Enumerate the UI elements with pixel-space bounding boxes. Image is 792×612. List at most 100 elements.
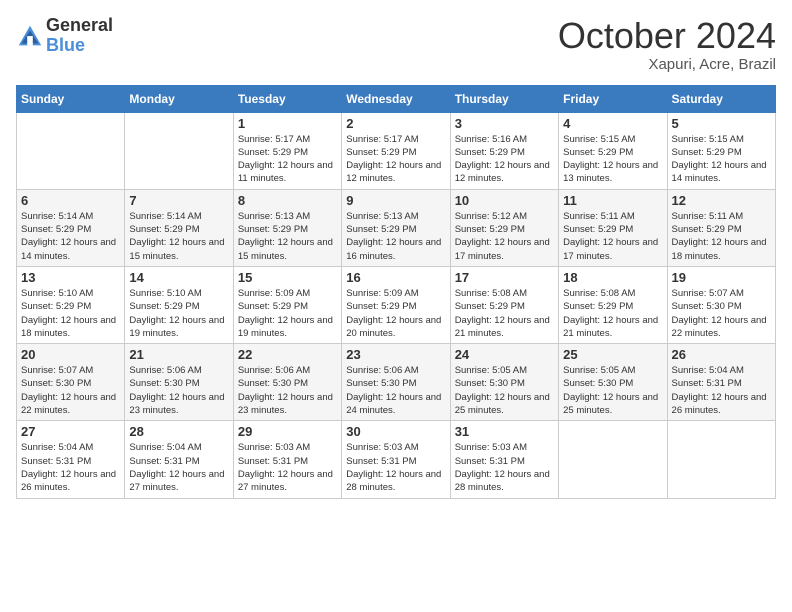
day-info: Sunrise: 5:05 AM Sunset: 5:30 PM Dayligh… bbox=[455, 364, 554, 417]
day-number: 30 bbox=[346, 424, 445, 439]
day-of-week-header: Friday bbox=[559, 85, 667, 112]
logo-text: General Blue bbox=[46, 16, 113, 56]
calendar-cell: 8 Sunrise: 5:13 AM Sunset: 5:29 PM Daylig… bbox=[233, 189, 341, 266]
calendar-cell: 1 Sunrise: 5:17 AM Sunset: 5:29 PM Daylig… bbox=[233, 112, 341, 189]
calendar-cell: 17Sunrise: 5:08 AM Sunset: 5:29 PM Dayli… bbox=[450, 266, 558, 343]
day-info: Sunrise: 5:07 AM Sunset: 5:30 PM Dayligh… bbox=[21, 364, 120, 417]
day-info: Sunrise: 5:15 AM Sunset: 5:29 PM Dayligh… bbox=[563, 133, 662, 186]
day-info: Sunrise: 5:11 AM Sunset: 5:29 PM Dayligh… bbox=[563, 210, 662, 263]
calendar-table: SundayMondayTuesdayWednesdayThursdayFrid… bbox=[16, 85, 776, 499]
calendar-cell: 30 Sunrise: 5:03 AM Sunset: 5:31 PM Dayli… bbox=[342, 421, 450, 498]
day-info: Sunrise: 5:12 AM Sunset: 5:29 PM Dayligh… bbox=[455, 210, 554, 263]
day-number: 8 bbox=[238, 193, 337, 208]
day-info: Sunrise: 5:17 AM Sunset: 5:29 PM Dayligh… bbox=[238, 133, 337, 186]
day-info: Sunrise: 5:08 AM Sunset: 5:29 PM Dayligh… bbox=[563, 287, 662, 340]
day-number: 21 bbox=[129, 347, 228, 362]
logo: General Blue bbox=[16, 16, 113, 56]
calendar-cell: 20Sunrise: 5:07 AM Sunset: 5:30 PM Dayli… bbox=[17, 344, 125, 421]
day-of-week-header: Tuesday bbox=[233, 85, 341, 112]
calendar-cell: 10Sunrise: 5:12 AM Sunset: 5:29 PM Dayli… bbox=[450, 189, 558, 266]
calendar-cell bbox=[17, 112, 125, 189]
day-info: Sunrise: 5:16 AM Sunset: 5:29 PM Dayligh… bbox=[455, 133, 554, 186]
day-info: Sunrise: 5:04 AM Sunset: 5:31 PM Dayligh… bbox=[129, 441, 228, 494]
day-number: 22 bbox=[238, 347, 337, 362]
day-number: 2 bbox=[346, 116, 445, 131]
page-header: General Blue October 2024 Xapuri, Acre, … bbox=[16, 16, 776, 73]
day-info: Sunrise: 5:04 AM Sunset: 5:31 PM Dayligh… bbox=[21, 441, 120, 494]
calendar-week-row: 13 Sunrise: 5:10 AM Sunset: 5:29 PM Dayli… bbox=[17, 266, 776, 343]
day-number: 29 bbox=[238, 424, 337, 439]
calendar-header-row: SundayMondayTuesdayWednesdayThursdayFrid… bbox=[17, 85, 776, 112]
calendar-cell: 22 Sunrise: 5:06 AM Sunset: 5:30 PM Dayli… bbox=[233, 344, 341, 421]
calendar-cell: 31 Sunrise: 5:03 AM Sunset: 5:31 PM Dayli… bbox=[450, 421, 558, 498]
calendar-cell: 14 Sunrise: 5:10 AM Sunset: 5:29 PM Dayli… bbox=[125, 266, 233, 343]
day-of-week-header: Monday bbox=[125, 85, 233, 112]
day-number: 23 bbox=[346, 347, 445, 362]
calendar-cell: 16 Sunrise: 5:09 AM Sunset: 5:29 PM Dayli… bbox=[342, 266, 450, 343]
calendar-cell: 18 Sunrise: 5:08 AM Sunset: 5:29 PM Dayli… bbox=[559, 266, 667, 343]
calendar-cell: 24 Sunrise: 5:05 AM Sunset: 5:30 PM Dayli… bbox=[450, 344, 558, 421]
day-number: 11 bbox=[563, 193, 662, 208]
calendar-cell: 7Sunrise: 5:14 AM Sunset: 5:29 PM Daylig… bbox=[125, 189, 233, 266]
calendar-cell: 2 Sunrise: 5:17 AM Sunset: 5:29 PM Daylig… bbox=[342, 112, 450, 189]
day-number: 31 bbox=[455, 424, 554, 439]
day-number: 15 bbox=[238, 270, 337, 285]
day-of-week-header: Sunday bbox=[17, 85, 125, 112]
day-number: 24 bbox=[455, 347, 554, 362]
day-info: Sunrise: 5:13 AM Sunset: 5:29 PM Dayligh… bbox=[238, 210, 337, 263]
calendar-week-row: 20Sunrise: 5:07 AM Sunset: 5:30 PM Dayli… bbox=[17, 344, 776, 421]
day-number: 1 bbox=[238, 116, 337, 131]
day-info: Sunrise: 5:14 AM Sunset: 5:29 PM Dayligh… bbox=[21, 210, 120, 263]
calendar-cell: 23 Sunrise: 5:06 AM Sunset: 5:30 PM Dayli… bbox=[342, 344, 450, 421]
day-number: 3 bbox=[455, 116, 554, 131]
day-info: Sunrise: 5:13 AM Sunset: 5:29 PM Dayligh… bbox=[346, 210, 445, 263]
day-number: 26 bbox=[672, 347, 771, 362]
day-number: 12 bbox=[672, 193, 771, 208]
day-info: Sunrise: 5:15 AM Sunset: 5:29 PM Dayligh… bbox=[672, 133, 771, 186]
day-number: 6 bbox=[21, 193, 120, 208]
calendar-cell bbox=[667, 421, 775, 498]
day-number: 19 bbox=[672, 270, 771, 285]
calendar-cell: 9 Sunrise: 5:13 AM Sunset: 5:29 PM Daylig… bbox=[342, 189, 450, 266]
day-number: 9 bbox=[346, 193, 445, 208]
calendar-cell: 12Sunrise: 5:11 AM Sunset: 5:29 PM Dayli… bbox=[667, 189, 775, 266]
month-title: October 2024 bbox=[558, 16, 776, 56]
day-of-week-header: Wednesday bbox=[342, 85, 450, 112]
logo-icon bbox=[16, 23, 44, 51]
day-info: Sunrise: 5:09 AM Sunset: 5:29 PM Dayligh… bbox=[238, 287, 337, 340]
day-info: Sunrise: 5:06 AM Sunset: 5:30 PM Dayligh… bbox=[129, 364, 228, 417]
calendar-week-row: 1 Sunrise: 5:17 AM Sunset: 5:29 PM Daylig… bbox=[17, 112, 776, 189]
day-info: Sunrise: 5:03 AM Sunset: 5:31 PM Dayligh… bbox=[455, 441, 554, 494]
day-number: 16 bbox=[346, 270, 445, 285]
calendar-cell: 21 Sunrise: 5:06 AM Sunset: 5:30 PM Dayli… bbox=[125, 344, 233, 421]
calendar-cell: 5Sunrise: 5:15 AM Sunset: 5:29 PM Daylig… bbox=[667, 112, 775, 189]
day-info: Sunrise: 5:10 AM Sunset: 5:29 PM Dayligh… bbox=[129, 287, 228, 340]
day-info: Sunrise: 5:09 AM Sunset: 5:29 PM Dayligh… bbox=[346, 287, 445, 340]
day-of-week-header: Saturday bbox=[667, 85, 775, 112]
calendar-week-row: 6 Sunrise: 5:14 AM Sunset: 5:29 PM Daylig… bbox=[17, 189, 776, 266]
day-number: 18 bbox=[563, 270, 662, 285]
calendar-cell: 25Sunrise: 5:05 AM Sunset: 5:30 PM Dayli… bbox=[559, 344, 667, 421]
day-info: Sunrise: 5:07 AM Sunset: 5:30 PM Dayligh… bbox=[672, 287, 771, 340]
day-number: 14 bbox=[129, 270, 228, 285]
day-number: 13 bbox=[21, 270, 120, 285]
calendar-cell: 29 Sunrise: 5:03 AM Sunset: 5:31 PM Dayli… bbox=[233, 421, 341, 498]
logo-blue-text: Blue bbox=[46, 36, 113, 56]
day-info: Sunrise: 5:03 AM Sunset: 5:31 PM Dayligh… bbox=[346, 441, 445, 494]
day-info: Sunrise: 5:06 AM Sunset: 5:30 PM Dayligh… bbox=[238, 364, 337, 417]
calendar-cell: 28Sunrise: 5:04 AM Sunset: 5:31 PM Dayli… bbox=[125, 421, 233, 498]
day-info: Sunrise: 5:03 AM Sunset: 5:31 PM Dayligh… bbox=[238, 441, 337, 494]
day-number: 27 bbox=[21, 424, 120, 439]
calendar-week-row: 27 Sunrise: 5:04 AM Sunset: 5:31 PM Dayli… bbox=[17, 421, 776, 498]
calendar-cell: 3 Sunrise: 5:16 AM Sunset: 5:29 PM Daylig… bbox=[450, 112, 558, 189]
day-info: Sunrise: 5:17 AM Sunset: 5:29 PM Dayligh… bbox=[346, 133, 445, 186]
calendar-cell: 4Sunrise: 5:15 AM Sunset: 5:29 PM Daylig… bbox=[559, 112, 667, 189]
day-of-week-header: Thursday bbox=[450, 85, 558, 112]
day-info: Sunrise: 5:06 AM Sunset: 5:30 PM Dayligh… bbox=[346, 364, 445, 417]
logo-general-text: General bbox=[46, 16, 113, 36]
day-number: 17 bbox=[455, 270, 554, 285]
calendar-cell: 6 Sunrise: 5:14 AM Sunset: 5:29 PM Daylig… bbox=[17, 189, 125, 266]
calendar-cell bbox=[125, 112, 233, 189]
day-number: 7 bbox=[129, 193, 228, 208]
title-block: October 2024 Xapuri, Acre, Brazil bbox=[558, 16, 776, 73]
